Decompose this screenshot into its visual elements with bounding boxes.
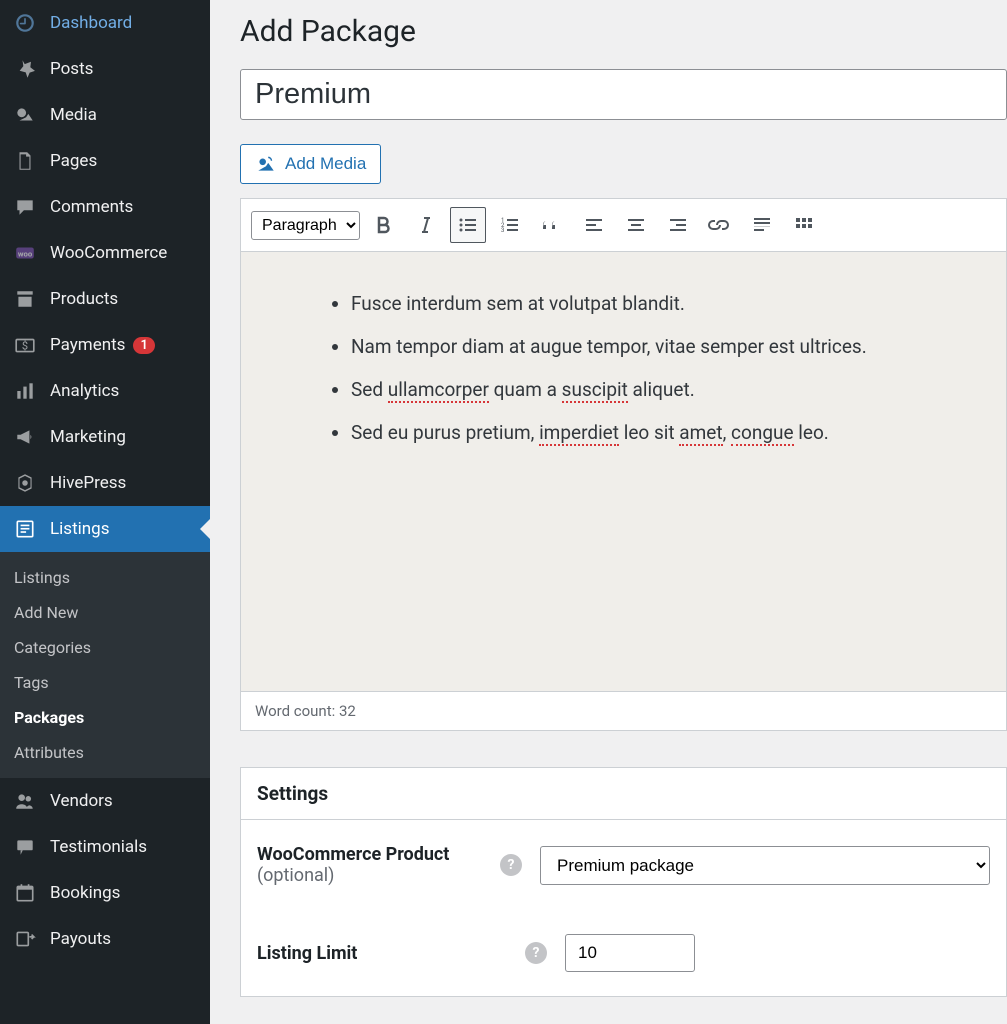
settings-row-woocommerce: WooCommerce Product (optional) ? Premium… (241, 820, 1006, 910)
sidebar-item-label: HivePress (50, 473, 126, 493)
sidebar-item-posts[interactable]: Posts (0, 46, 210, 92)
sidebar-item-dashboard[interactable]: Dashboard (0, 0, 210, 46)
comment-icon (12, 194, 38, 220)
sidebar-item-label: Posts (50, 59, 93, 79)
package-title-input[interactable] (240, 69, 1007, 120)
submenu-item-categories[interactable]: Categories (0, 630, 210, 665)
editor-toolbar: Paragraph 123 (240, 198, 1007, 252)
analytics-icon (12, 378, 38, 404)
sidebar-item-label: Testimonials (50, 837, 147, 857)
submenu-item-add-new[interactable]: Add New (0, 595, 210, 630)
payouts-icon (12, 926, 38, 952)
sidebar-item-label: Media (50, 105, 97, 125)
settings-row-listing-limit: Listing Limit ? (241, 910, 1006, 996)
media-icon (255, 153, 277, 175)
sidebar-item-payouts[interactable]: Payouts (0, 916, 210, 962)
italic-button[interactable] (408, 207, 444, 243)
sidebar-item-products[interactable]: Products (0, 276, 210, 322)
align-center-button[interactable] (618, 207, 654, 243)
page-icon (12, 148, 38, 174)
submenu-item-packages[interactable]: Packages (0, 700, 210, 735)
dashboard-icon (12, 10, 38, 36)
numbered-list-button[interactable]: 123 (492, 207, 528, 243)
editor-list-item: Nam tempor diam at augue tempor, vitae s… (351, 335, 956, 358)
hivepress-icon (12, 470, 38, 496)
sidebar-item-label: Dashboard (50, 13, 132, 33)
sidebar-item-label: WooCommerce (50, 243, 167, 263)
sidebar-item-marketing[interactable]: Marketing (0, 414, 210, 460)
submenu-item-tags[interactable]: Tags (0, 665, 210, 700)
sidebar-item-label: Pages (50, 151, 97, 171)
sidebar-item-label: Listings (50, 519, 109, 539)
align-right-button[interactable] (660, 207, 696, 243)
editor-list-item: Fusce interdum sem at volutpat blandit. (351, 292, 956, 315)
payments-icon: $ (12, 332, 38, 358)
sidebar-item-label: Vendors (50, 791, 113, 811)
sidebar-item-bookings[interactable]: Bookings (0, 870, 210, 916)
pin-icon (12, 56, 38, 82)
sidebar-item-label: Bookings (50, 883, 120, 903)
main-content: Add Package Add Media Paragraph 123 Fusc… (210, 0, 1007, 1024)
sidebar-submenu: Listings Add New Categories Tags Package… (0, 552, 210, 778)
page-title: Add Package (240, 0, 1007, 69)
submenu-item-listings[interactable]: Listings (0, 560, 210, 595)
setting-label: Listing Limit (257, 943, 507, 964)
insert-more-button[interactable] (744, 207, 780, 243)
submenu-item-attributes[interactable]: Attributes (0, 735, 210, 770)
format-select[interactable]: Paragraph (251, 211, 360, 240)
sidebar-item-pages[interactable]: Pages (0, 138, 210, 184)
align-left-button[interactable] (576, 207, 612, 243)
vendors-icon (12, 788, 38, 814)
sidebar-item-listings[interactable]: Listings (0, 506, 210, 552)
woocommerce-product-select[interactable]: Premium package (540, 846, 990, 885)
editor-list-item: Sed ullamcorper quam a suscipit aliquet. (351, 378, 956, 401)
sidebar-item-label: Analytics (50, 381, 119, 401)
calendar-icon (12, 880, 38, 906)
sidebar-item-label: Marketing (50, 427, 126, 447)
megaphone-icon (12, 424, 38, 450)
sidebar-item-label: Payouts (50, 929, 111, 949)
settings-panel: Settings WooCommerce Product (optional) … (240, 767, 1007, 997)
editor-list-item: Sed eu purus pretium, imperdiet leo sit … (351, 421, 956, 444)
sidebar-item-hivepress[interactable]: HivePress (0, 460, 210, 506)
testimonials-icon (12, 834, 38, 860)
word-count-label: Word count: (255, 702, 335, 720)
listings-icon (12, 516, 38, 542)
sidebar-item-payments[interactable]: $ Payments 1 (0, 322, 210, 368)
sidebar-item-label: Comments (50, 197, 133, 217)
bullet-list-button[interactable] (450, 207, 486, 243)
svg-text:$: $ (22, 339, 28, 352)
products-icon (12, 286, 38, 312)
add-media-button[interactable]: Add Media (240, 144, 381, 184)
sidebar-item-vendors[interactable]: Vendors (0, 778, 210, 824)
settings-header: Settings (241, 768, 1006, 820)
sidebar-item-woocommerce[interactable]: woo WooCommerce (0, 230, 210, 276)
blockquote-button[interactable] (534, 207, 570, 243)
help-icon[interactable]: ? (525, 942, 547, 964)
setting-label: WooCommerce Product (optional) (257, 844, 482, 886)
sidebar-item-analytics[interactable]: Analytics (0, 368, 210, 414)
sidebar-item-media[interactable]: Media (0, 92, 210, 138)
link-button[interactable] (702, 207, 738, 243)
admin-sidebar: Dashboard Posts Media Pages Comments woo… (0, 0, 210, 1024)
sidebar-item-label: Payments (50, 335, 125, 355)
editor-content[interactable]: Fusce interdum sem at volutpat blandit. … (240, 252, 1007, 692)
add-media-label: Add Media (285, 154, 366, 174)
media-icon (12, 102, 38, 128)
notification-badge: 1 (133, 337, 154, 354)
woo-icon: woo (12, 240, 38, 266)
svg-text:3: 3 (501, 227, 504, 234)
listing-limit-input[interactable] (565, 934, 695, 972)
sidebar-item-label: Products (50, 289, 118, 309)
toolbar-toggle-button[interactable] (786, 207, 822, 243)
sidebar-item-comments[interactable]: Comments (0, 184, 210, 230)
sidebar-item-testimonials[interactable]: Testimonials (0, 824, 210, 870)
word-count-value: 32 (339, 702, 356, 720)
help-icon[interactable]: ? (500, 854, 522, 876)
bold-button[interactable] (366, 207, 402, 243)
editor-status-bar: Word count: 32 (240, 692, 1007, 731)
svg-text:woo: woo (18, 249, 33, 258)
